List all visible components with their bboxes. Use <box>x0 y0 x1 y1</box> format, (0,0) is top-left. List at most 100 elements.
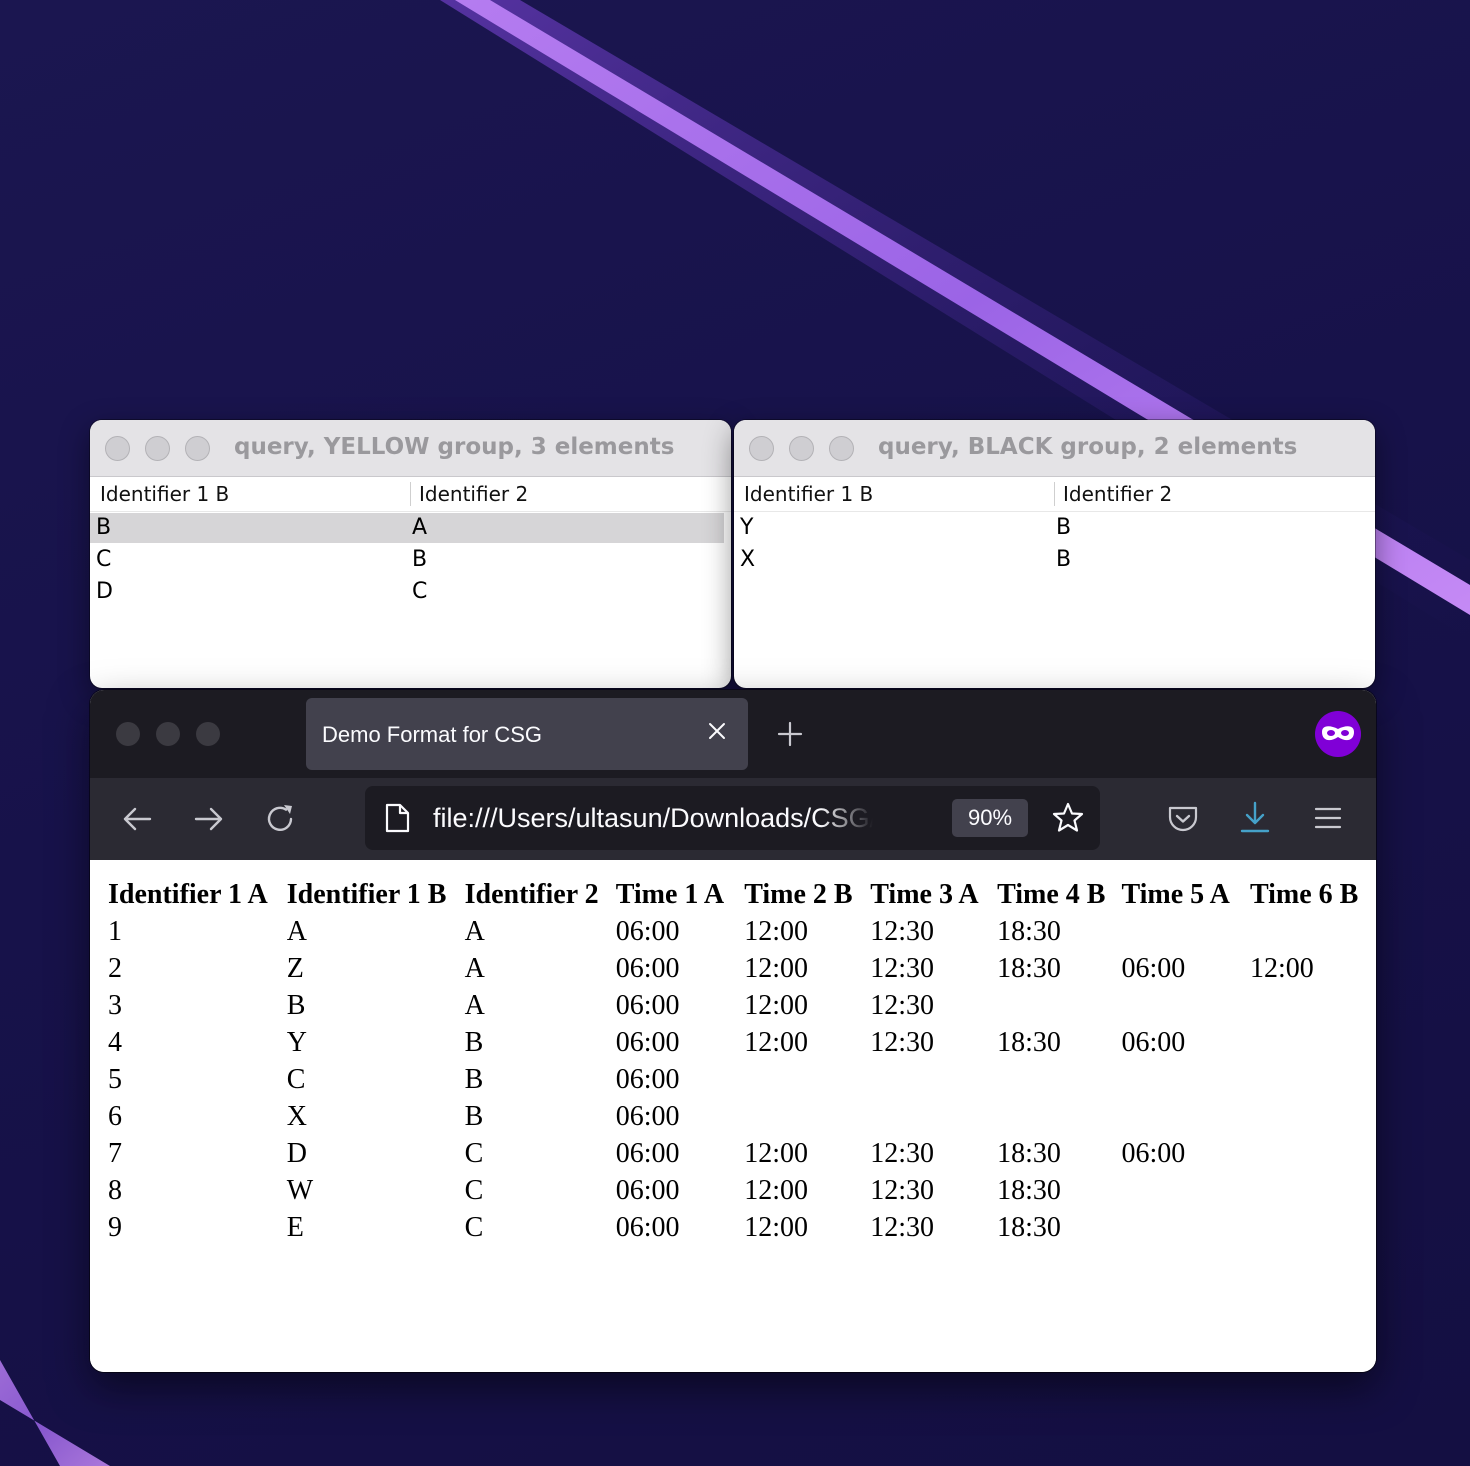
column-header[interactable]: Identifier 1 B <box>734 482 1054 506</box>
table-cell: 06:00 <box>1121 953 1186 984</box>
column-header: Time 5 A <box>1121 879 1230 910</box>
pocket-icon[interactable] <box>1166 802 1200 836</box>
window-controls <box>116 722 220 746</box>
table-cell: A <box>464 953 485 984</box>
table-row[interactable]: C B <box>90 544 731 576</box>
zoom-window-button[interactable] <box>829 436 854 461</box>
table-cell: A <box>286 916 307 947</box>
download-icon[interactable] <box>1238 800 1272 836</box>
back-arrow-icon[interactable] <box>120 802 154 836</box>
table-cell: 12:30 <box>870 1027 935 1058</box>
table-cell <box>1250 987 1376 1024</box>
column-header[interactable]: Identifier 2 <box>410 482 726 506</box>
table-cell: C <box>464 1138 484 1169</box>
table-cell: 06:00 <box>615 1175 680 1206</box>
close-window-button[interactable] <box>105 436 130 461</box>
table-cell: 12:00 <box>744 916 809 947</box>
table-cell <box>1121 1061 1250 1098</box>
table-cell <box>997 1098 1121 1135</box>
tab-title: Demo Format for CSG <box>322 722 543 747</box>
table-cell <box>1121 1172 1250 1209</box>
column-header: Identifier 1 B <box>286 879 447 910</box>
table-row: 5 C B 06:00 <box>108 1061 1376 1098</box>
table-cell: 12:00 <box>744 953 809 984</box>
minimize-window-button[interactable] <box>156 722 180 746</box>
query-window-black[interactable]: query, BLACK group, 2 elements Identifie… <box>734 420 1375 688</box>
table-cell: 12:30 <box>870 1138 935 1169</box>
window-titlebar[interactable]: query, BLACK group, 2 elements <box>734 420 1375 477</box>
window-controls <box>105 436 210 461</box>
table-cell: 18:30 <box>997 1138 1061 1169</box>
table-cell: 12:00 <box>744 1175 809 1206</box>
table-cell: 12:30 <box>870 1212 935 1243</box>
column-header[interactable]: Identifier 2 <box>1054 482 1370 506</box>
table-cell <box>1121 987 1250 1024</box>
minimize-window-button[interactable] <box>145 436 170 461</box>
table-row: 8 W C 06:00 12:00 12:30 18:30 <box>108 1172 1376 1209</box>
table-cell <box>870 1098 997 1135</box>
table-cell: Z <box>286 953 304 984</box>
window-titlebar[interactable]: query, YELLOW group, 3 elements <box>90 420 731 477</box>
table-cell: 3 <box>108 990 122 1021</box>
data-table: Identifier 1 A Identifier 1 B Identifier 2… <box>108 876 1376 1246</box>
column-header: Time 3 A <box>870 879 979 910</box>
table-cell: 9 <box>108 1212 122 1243</box>
zoom-level-button[interactable]: 90% <box>952 799 1028 837</box>
table-cell: C <box>464 1212 484 1243</box>
table-cell: C <box>96 547 112 572</box>
page-icon[interactable] <box>383 803 411 833</box>
table-cell: 18:30 <box>997 1212 1061 1243</box>
zoom-window-button[interactable] <box>196 722 220 746</box>
table-cell: 06:00 <box>615 953 680 984</box>
close-window-button[interactable] <box>749 436 774 461</box>
table-cell: 12:00 <box>744 990 809 1021</box>
plus-icon[interactable] <box>776 720 804 748</box>
table-cell: 18:30 <box>997 953 1061 984</box>
hamburger-menu-icon[interactable] <box>1312 802 1344 834</box>
tab-active[interactable]: Demo Format for CSG <box>306 698 748 770</box>
forward-arrow-icon[interactable] <box>192 802 226 836</box>
table-cell <box>1121 1098 1250 1135</box>
table-cell: C <box>286 1064 306 1095</box>
table-cell <box>997 1061 1121 1098</box>
table-cell: B <box>1056 547 1072 572</box>
table-row[interactable]: Y B <box>734 512 1375 544</box>
table-row-selected[interactable]: B A <box>90 512 731 544</box>
browser-window[interactable]: Demo Format for CSG file:///Users/ultasu… <box>90 690 1376 1372</box>
reload-icon[interactable] <box>264 802 298 836</box>
table-cell <box>997 987 1121 1024</box>
table-row[interactable]: D C <box>90 576 731 608</box>
table-cell: 06:00 <box>1121 1138 1186 1169</box>
table-cell: 8 <box>108 1175 122 1206</box>
column-header: Identifier 2 <box>464 879 599 910</box>
table-cell <box>744 1098 870 1135</box>
table-cell <box>1250 1135 1376 1172</box>
zoom-window-button[interactable] <box>185 436 210 461</box>
column-header: Time 1 A <box>615 879 725 910</box>
page-content: Identifier 1 A Identifier 1 B Identifier 2… <box>90 860 1376 1372</box>
tab-strip[interactable]: Demo Format for CSG <box>90 690 1376 778</box>
close-window-button[interactable] <box>116 722 140 746</box>
table-header-row: Identifier 1 A Identifier 1 B Identifier 2… <box>108 876 1376 913</box>
table-header: Identifier 1 B Identifier 2 <box>90 477 731 512</box>
minimize-window-button[interactable] <box>789 436 814 461</box>
table-cell: B <box>1056 515 1072 540</box>
table-cell: 6 <box>108 1101 122 1132</box>
close-icon[interactable] <box>704 718 730 744</box>
table-cell: 12:30 <box>870 1175 935 1206</box>
query-window-yellow[interactable]: query, YELLOW group, 3 elements Identifi… <box>90 420 731 688</box>
url-input[interactable]: file:///Users/ultasun/Downloads/CSG/demo <box>433 800 873 836</box>
table-cell: 2 <box>108 953 122 984</box>
url-bar[interactable]: file:///Users/ultasun/Downloads/CSG/demo… <box>365 786 1100 850</box>
table-row[interactable]: X B <box>734 544 1375 576</box>
table-row: 6 X B 06:00 <box>108 1098 1376 1135</box>
column-header[interactable]: Identifier 1 B <box>90 482 410 506</box>
star-icon[interactable] <box>1051 801 1085 835</box>
table-cell <box>1121 913 1250 950</box>
table-cell: D <box>96 579 113 604</box>
table-cell <box>1250 1209 1376 1246</box>
table-cell <box>1250 913 1376 950</box>
table-cell: A <box>464 916 485 947</box>
table-cell: C <box>464 1175 484 1206</box>
table-cell: C <box>412 579 428 604</box>
